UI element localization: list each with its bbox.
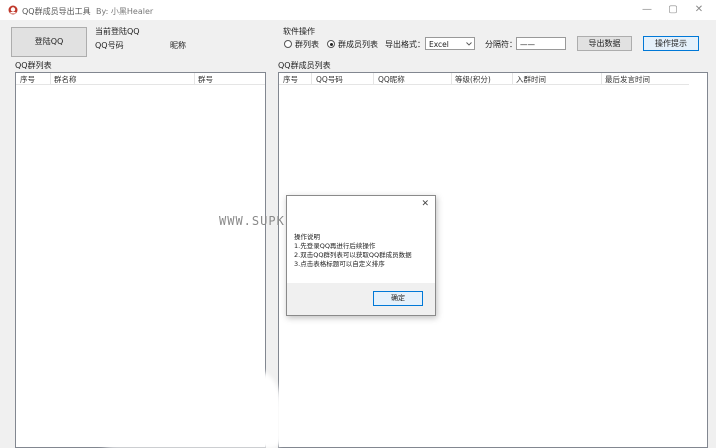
operation-tips-button[interactable]: 操作提示 bbox=[643, 36, 699, 51]
column-divider bbox=[451, 73, 452, 84]
member-list-radio[interactable] bbox=[327, 40, 335, 48]
column-divider bbox=[373, 73, 374, 84]
column-divider bbox=[601, 73, 602, 84]
export-format-value: Excel bbox=[429, 40, 449, 49]
export-format-select[interactable]: Excel bbox=[425, 37, 475, 50]
export-data-button[interactable]: 导出数据 bbox=[577, 36, 632, 51]
software-ops-label: 软件操作 bbox=[283, 27, 315, 36]
group-list-radio[interactable] bbox=[284, 40, 292, 48]
title-bar: QQ群成员导出工具 By: 小黑Healer — ▢ ✕ bbox=[0, 0, 716, 20]
column-header-group-name[interactable]: 群名称 bbox=[54, 74, 77, 85]
separator-input[interactable]: —— bbox=[516, 37, 566, 50]
column-divider bbox=[194, 73, 195, 84]
group-list-radio-label[interactable]: 群列表 bbox=[295, 39, 319, 50]
separator-label: 分隔符： bbox=[485, 40, 517, 49]
group-list-header: 序号 群名称 群号 bbox=[16, 73, 265, 85]
operation-tips-dialog: ✕ 操作说明 1.先登录QQ再进行后续操作 2.双击QQ群列表可以获取QQ群成员… bbox=[286, 195, 436, 316]
separator-value: —— bbox=[520, 40, 535, 49]
login-qq-button[interactable]: 登陆QQ bbox=[11, 27, 87, 57]
dialog-footer: 确定 bbox=[287, 283, 435, 315]
column-divider bbox=[311, 73, 312, 84]
dialog-line-3: 3.点击表格标题可以自定义排序 bbox=[294, 260, 385, 268]
column-divider bbox=[512, 73, 513, 84]
nickname-label: 昵称 bbox=[170, 41, 186, 50]
dialog-close-icon[interactable]: ✕ bbox=[421, 199, 429, 209]
minimize-button[interactable]: — bbox=[636, 2, 658, 18]
column-divider bbox=[50, 73, 51, 84]
current-qq-label: 当前登陆QQ bbox=[95, 27, 140, 36]
column-header-index[interactable]: 序号 bbox=[20, 74, 35, 85]
column-header-group-number[interactable]: 群号 bbox=[198, 74, 213, 85]
close-button[interactable]: ✕ bbox=[688, 2, 710, 18]
export-format-label: 导出格式： bbox=[385, 40, 425, 49]
app-logo-icon bbox=[8, 5, 18, 15]
group-list-title: QQ群列表 bbox=[15, 61, 52, 70]
column-header-level[interactable]: 等级(积分) bbox=[455, 74, 491, 85]
member-list-header: 序号 QQ号码 QQ昵称 等级(积分) 入群时间 最后发言时间 bbox=[279, 73, 689, 85]
column-header-qq-number[interactable]: QQ号码 bbox=[316, 74, 343, 85]
column-header-index[interactable]: 序号 bbox=[283, 74, 298, 85]
qq-number-label: QQ号码 bbox=[95, 41, 124, 50]
redaction-overlay bbox=[86, 364, 282, 448]
column-header-last-speak-time[interactable]: 最后发言时间 bbox=[605, 74, 650, 85]
dialog-ok-button[interactable]: 确定 bbox=[373, 291, 423, 306]
column-header-join-time[interactable]: 入群时间 bbox=[516, 74, 546, 85]
member-list-title: QQ群成员列表 bbox=[278, 61, 331, 70]
author-label: By: 小黑Healer bbox=[96, 7, 154, 16]
window-title: QQ群成员导出工具 bbox=[22, 7, 91, 16]
column-header-qq-nickname[interactable]: QQ昵称 bbox=[378, 74, 405, 85]
maximize-button[interactable]: ▢ bbox=[662, 2, 684, 18]
chevron-down-icon bbox=[466, 42, 472, 46]
member-list-radio-label[interactable]: 群成员列表 bbox=[338, 39, 378, 50]
